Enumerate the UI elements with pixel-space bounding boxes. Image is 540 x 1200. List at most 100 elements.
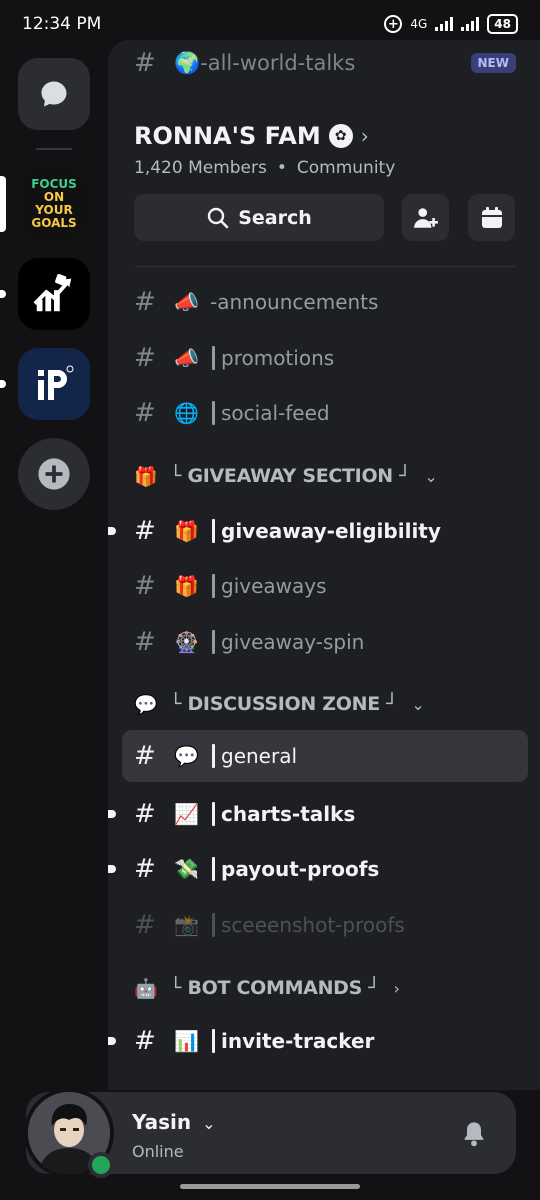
- hash-icon: #: [134, 343, 156, 373]
- plus-circle-icon: [38, 458, 70, 490]
- separator-bar: [212, 913, 215, 937]
- category-discussion-zone[interactable]: 💬 └ DISCUSSION ZONE ┘ ⌄: [134, 689, 425, 719]
- server-subtitle: 1,420 Members • Community: [134, 158, 395, 178]
- search-label: Search: [238, 206, 312, 229]
- direct-messages-button[interactable]: [18, 58, 90, 130]
- hash-icon: #: [134, 1026, 156, 1056]
- server-header[interactable]: RONNA'S FAM ✿ ›: [134, 122, 369, 150]
- channel-giveaways[interactable]: # 🎁 giveaways: [134, 562, 526, 610]
- category-label: └ GIVEAWAY SECTION ┘: [170, 465, 411, 487]
- category-bot-commands[interactable]: 🤖 └ BOT COMMANDS ┘ ›: [134, 973, 400, 1003]
- channel-social-feed[interactable]: # 🌐 social-feed: [134, 389, 526, 437]
- invite-members-button[interactable]: [402, 194, 449, 241]
- unread-indicator: [108, 527, 116, 535]
- battery-indicator: 48: [487, 14, 518, 34]
- chevron-down-icon: ⌄: [424, 466, 438, 486]
- member-count: 1,420 Members: [134, 158, 267, 178]
- chevron-right-icon: ›: [393, 978, 400, 998]
- channel-label: sceeenshot-proofs: [221, 913, 405, 937]
- server-p-brand[interactable]: [18, 348, 90, 420]
- megaphone-icon: 📣: [174, 346, 199, 370]
- channel-label: -announcements: [210, 290, 379, 314]
- channel-label: giveaway-eligibility: [221, 519, 441, 543]
- speech-bubble-icon: 💬: [174, 744, 199, 768]
- server-focus-text-4: GOALS: [31, 216, 77, 230]
- search-icon: [208, 207, 229, 228]
- unread-indicator: [108, 810, 116, 818]
- separator-bar: [212, 1029, 215, 1053]
- channel-general[interactable]: # 💬 general: [122, 730, 528, 782]
- user-status: Online: [132, 1142, 184, 1161]
- hash-icon: #: [134, 571, 156, 601]
- gift-icon: 🎁: [174, 519, 199, 543]
- channel-label: invite-tracker: [221, 1029, 375, 1053]
- channel-giveaway-eligibility[interactable]: # 🎁 giveaway-eligibility: [134, 507, 526, 555]
- separator-bar: [212, 744, 215, 768]
- server-rail: FOCUS ON YOUR GOALS: [0, 48, 108, 1088]
- search-button[interactable]: Search: [134, 194, 384, 241]
- server-title: RONNA'S FAM: [134, 122, 321, 150]
- bar-chart-icon: 📊: [174, 1029, 199, 1053]
- channel-giveaway-spin[interactable]: # 🎡 giveaway-spin: [134, 618, 526, 666]
- megaphone-icon: 📣: [174, 290, 199, 314]
- gift-icon: 🎁: [134, 465, 158, 488]
- calendar-icon: [481, 206, 502, 228]
- hash-icon: #: [134, 627, 156, 657]
- online-status-indicator: [88, 1152, 114, 1178]
- channel-panel: # 🌍 -all-world-talks NEW RONNA'S FAM ✿ ›…: [108, 40, 540, 1090]
- chart-up-icon: 📈: [174, 802, 199, 826]
- community-badge-icon: ✿: [328, 124, 353, 148]
- user-name: Yasin: [132, 1110, 192, 1134]
- hash-icon: #: [134, 516, 156, 546]
- separator-bar: [212, 802, 215, 826]
- category-giveaway-section[interactable]: 🎁 └ GIVEAWAY SECTION ┘ ⌄: [134, 461, 438, 491]
- separator-dot: •: [276, 158, 287, 178]
- user-name-row[interactable]: Yasin ⌄: [132, 1110, 216, 1134]
- channel-label: payout-proofs: [221, 857, 380, 881]
- signal-icon-2: [461, 17, 480, 31]
- header-divider: [134, 266, 516, 267]
- signal-icon: [435, 17, 454, 31]
- channel-payout-proofs[interactable]: # 💸 payout-proofs: [134, 845, 526, 893]
- growth-chart-icon: [33, 274, 72, 312]
- channel-charts-talks[interactable]: # 📈 charts-talks: [134, 790, 526, 838]
- server-focus-goals[interactable]: FOCUS ON YOUR GOALS: [18, 168, 90, 240]
- channel-label: promotions: [221, 346, 335, 370]
- channel-label: general: [221, 744, 298, 768]
- home-indicator[interactable]: [180, 1184, 360, 1189]
- globe-icon: 🌍: [174, 50, 201, 75]
- separator-bar: [212, 630, 215, 654]
- channel-invite-tracker[interactable]: # 📊 invite-tracker: [134, 1017, 526, 1065]
- chat-bubble-icon: [41, 81, 67, 107]
- hash-icon: #: [134, 910, 156, 940]
- speech-bubble-icon: 💬: [134, 693, 158, 716]
- unread-server-pill: [0, 290, 6, 298]
- channel-sceeenshot-proofs[interactable]: # 📸 sceeenshot-proofs: [134, 901, 526, 949]
- separator-bar: [212, 519, 215, 543]
- chevron-right-icon: ›: [360, 124, 369, 148]
- channel-promotions[interactable]: # 📣 promotions: [134, 334, 526, 382]
- add-server-button[interactable]: [18, 438, 90, 510]
- separator-bar: [212, 346, 215, 370]
- add-user-icon: [413, 207, 438, 228]
- separator-bar: [212, 401, 215, 425]
- hash-icon: #: [134, 854, 156, 884]
- money-wings-icon: 💸: [174, 857, 199, 881]
- selected-server-pill: [0, 176, 6, 232]
- server-stock-growth[interactable]: [18, 258, 90, 330]
- separator-bar: [212, 574, 215, 598]
- events-button[interactable]: [468, 194, 515, 241]
- robot-icon: 🤖: [134, 977, 158, 1000]
- hash-icon: #: [134, 287, 156, 317]
- channel-announcements[interactable]: # 📣 -announcements: [134, 278, 526, 326]
- notification-bell-icon[interactable]: [460, 1120, 488, 1148]
- unread-indicator: [108, 1037, 116, 1045]
- channel-all-world-talks[interactable]: # 🌍 -all-world-talks NEW: [134, 48, 516, 78]
- rail-separator: [36, 148, 72, 150]
- channel-label: -all-world-talks: [200, 51, 356, 75]
- data-saver-icon: +: [384, 15, 403, 33]
- server-type: Community: [296, 158, 396, 178]
- globe-icon: 🌐: [174, 401, 199, 425]
- channel-label: giveaways: [221, 574, 327, 598]
- hash-icon: #: [134, 799, 156, 829]
